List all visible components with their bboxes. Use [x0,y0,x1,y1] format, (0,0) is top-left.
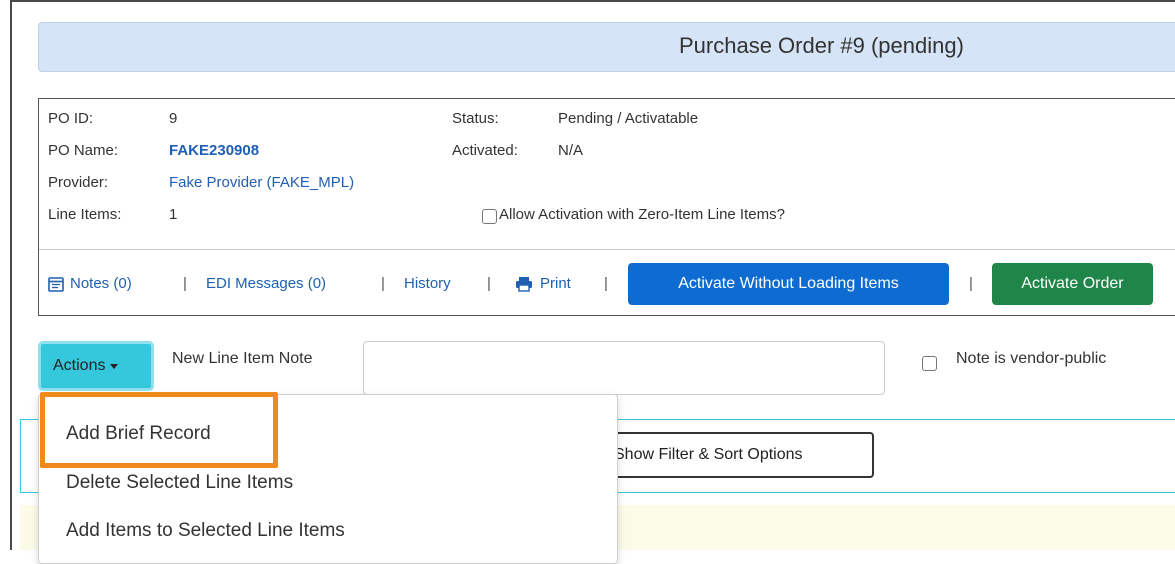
provider-link[interactable]: Fake Provider (FAKE_MPL) [169,174,354,191]
toolbar-separator: | [183,275,187,292]
activated-value: N/A [558,142,584,159]
page-title: Purchase Order #9 (pending) [679,33,964,58]
provider-label: Provider: [48,174,109,191]
print-link[interactable]: Print [540,275,571,292]
actions-button[interactable]: Actions [38,341,154,391]
history-link[interactable]: History [404,275,451,292]
toolbar-separator: | [604,275,608,292]
toolbar-separator: | [969,275,973,292]
toolbar-separator: | [487,275,491,292]
notes-icon [48,276,64,297]
menu-item-add-items[interactable]: Add Items to Selected Line Items [66,520,345,542]
zero-item-checkbox[interactable] [482,209,497,224]
filter-sort-button[interactable]: Show Filter & Sort Options [578,432,874,478]
line-items-value: 1 [169,206,178,223]
new-note-label: New Line Item Note [172,350,313,367]
edi-messages-link[interactable]: EDI Messages (0) [206,275,326,292]
zero-item-label: Allow Activation with Zero-Item Line Ite… [499,206,785,223]
activated-label: Activated: [452,142,518,159]
window-border-top [10,0,1175,2]
menu-item-delete-selected[interactable]: Delete Selected Line Items [66,472,293,494]
print-icon [515,276,533,297]
line-items-label: Line Items: [48,206,122,223]
page-header: Purchase Order #9 (pending) [38,22,1175,72]
po-name-label: PO Name: [48,142,119,159]
po-id-value: 9 [169,110,178,127]
notes-link[interactable]: Notes (0) [70,275,132,292]
highlight-annotation [40,392,278,468]
activate-without-loading-button[interactable]: Activate Without Loading Items [628,263,949,305]
vendor-public-checkbox[interactable] [922,356,937,371]
caret-down-icon [110,363,119,369]
panel-divider [39,249,1175,250]
new-note-input[interactable] [363,341,885,395]
vendor-public-label: Note is vendor-public [956,350,1107,367]
window-border-left [10,0,12,550]
activate-order-button[interactable]: Activate Order [992,263,1153,305]
po-id-label: PO ID: [48,110,94,127]
status-label: Status: [452,110,499,127]
po-name-link[interactable]: FAKE230908 [169,142,259,159]
status-value: Pending / Activatable [558,110,699,127]
actions-label: Actions [53,357,106,374]
toolbar-separator: | [381,275,385,292]
